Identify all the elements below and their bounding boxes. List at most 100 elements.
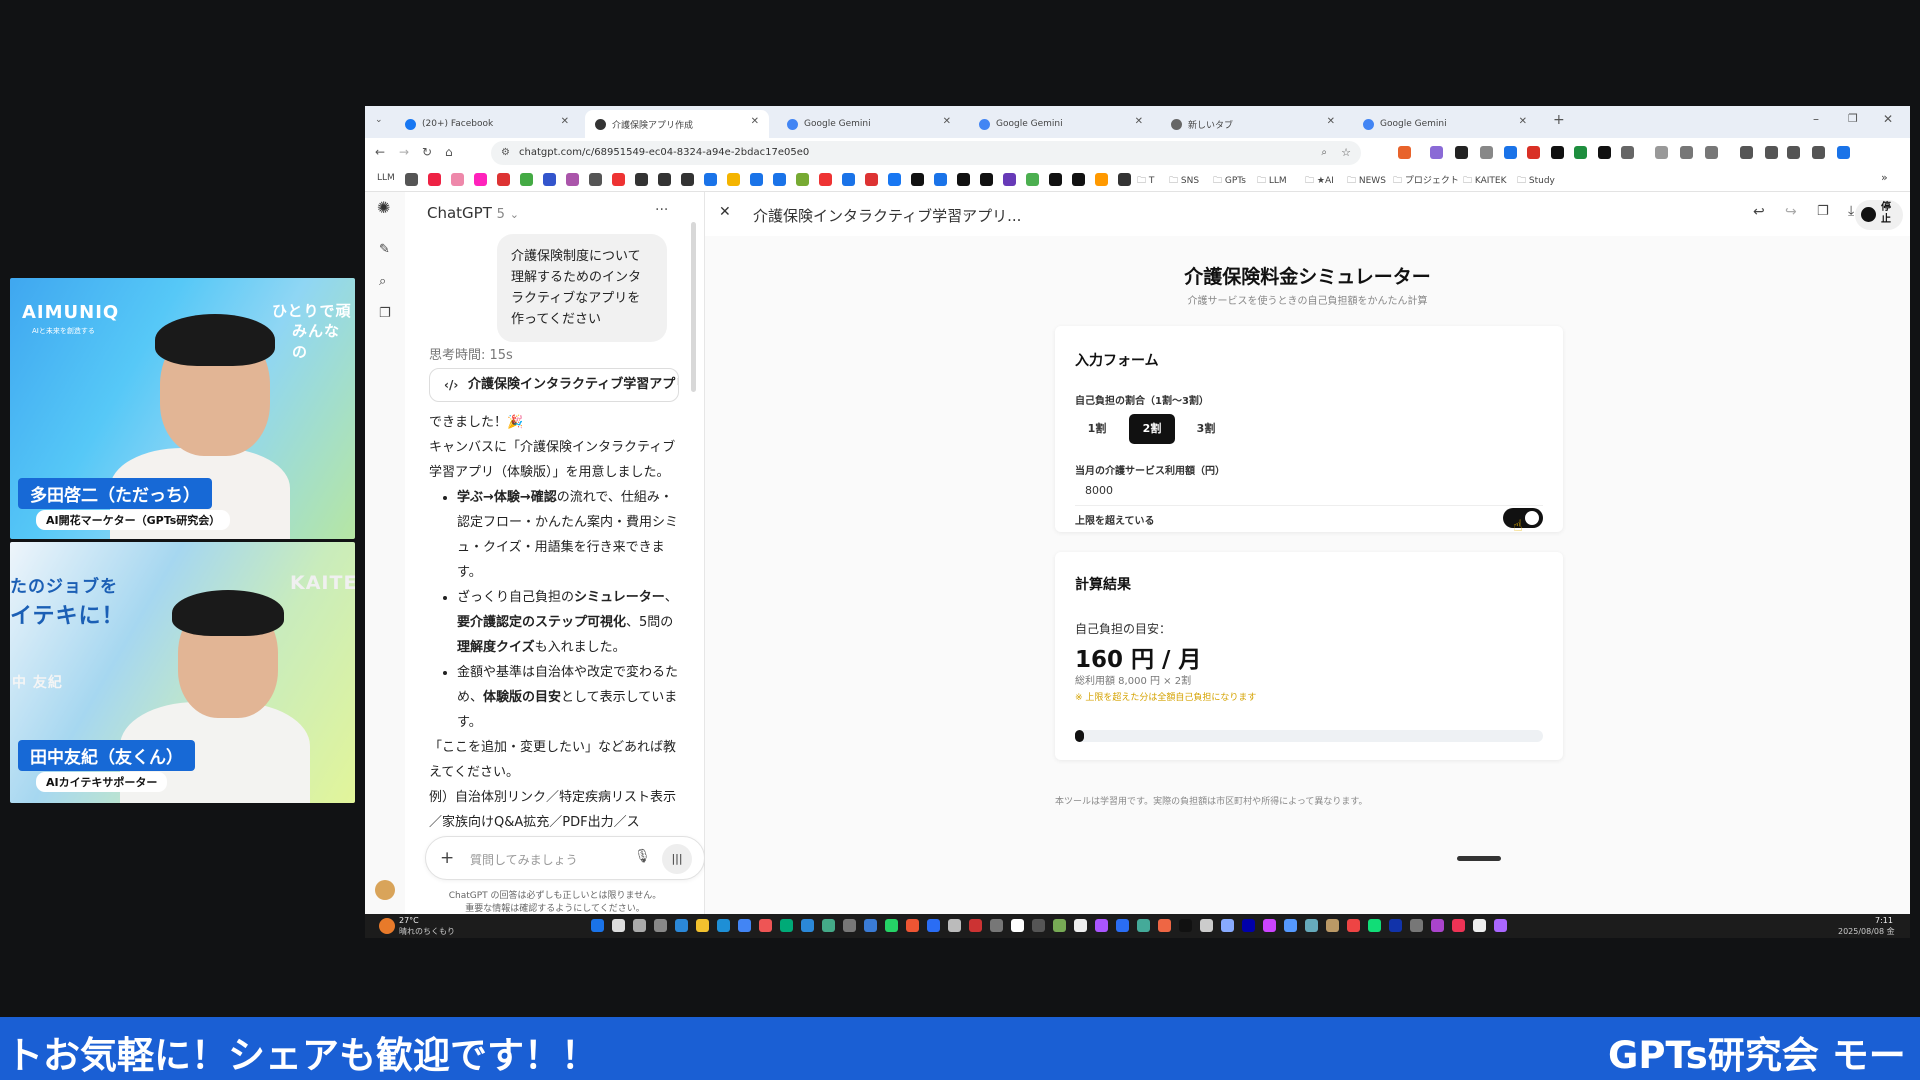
taskbar-app-icon[interactable]: [1116, 919, 1129, 932]
taskbar-app-icon[interactable]: [1158, 919, 1171, 932]
ratio-option-2[interactable]: 2割: [1129, 414, 1175, 444]
bookmark-folder[interactable]: 🗀 LLM: [1257, 173, 1287, 189]
bookmark-folder[interactable]: 🗀 T: [1137, 173, 1154, 189]
taskbar-app-icon[interactable]: [822, 919, 835, 932]
ratio-option-3[interactable]: 3割: [1183, 414, 1229, 444]
taskbar-app-icon[interactable]: [738, 919, 751, 932]
browser-tab[interactable]: Google Gemini ✕: [1353, 110, 1537, 138]
taskbar-app-icon[interactable]: [927, 919, 940, 932]
taskbar-app-icon[interactable]: [717, 919, 730, 932]
stop-button[interactable]: 停止: [1855, 200, 1903, 230]
copy-icon[interactable]: ❐: [1817, 204, 1829, 219]
taskbar-app-icon[interactable]: [1179, 919, 1192, 932]
extension-icon[interactable]: [1787, 146, 1800, 159]
tab-close-icon[interactable]: ✕: [751, 116, 759, 127]
bookmark-icon[interactable]: [658, 173, 671, 186]
bookmark-icon[interactable]: [934, 173, 947, 186]
browser-tab[interactable]: 介護保険アプリ作成 ✕: [585, 110, 769, 138]
bookmark-icon[interactable]: [520, 173, 533, 186]
bookmark-folder[interactable]: 🗀 KAITEK: [1463, 173, 1507, 189]
taskbar-app-icon[interactable]: [843, 919, 856, 932]
chat-input-placeholder[interactable]: 質問してみましょう: [470, 851, 578, 868]
bookmark-icon[interactable]: [612, 173, 625, 186]
thinking-time[interactable]: 思考時間: 15s: [429, 344, 513, 363]
taskbar-app-icon[interactable]: [1053, 919, 1066, 932]
model-selector[interactable]: ChatGPT 5 ⌄: [427, 204, 519, 222]
taskbar-app-icon[interactable]: [1347, 919, 1360, 932]
extension-icon[interactable]: [1598, 146, 1611, 159]
taskbar-app-icon[interactable]: [1473, 919, 1486, 932]
taskbar-app-icon[interactable]: [612, 919, 625, 932]
bookmark-icon[interactable]: [543, 173, 556, 186]
browser-tab[interactable]: (20+) Facebook ✕: [395, 110, 579, 138]
canvas-chip[interactable]: ‹/› 介護保険インタラクティブ学習アプリ（: [429, 368, 679, 402]
taskbar-app-icon[interactable]: [1263, 919, 1276, 932]
weather-desc[interactable]: 晴れのちくもり: [399, 926, 455, 937]
tab-close-icon[interactable]: ✕: [561, 116, 569, 127]
more-options-icon[interactable]: ···: [655, 202, 668, 218]
taskbar-app-icon[interactable]: [696, 919, 709, 932]
browser-tab[interactable]: Google Gemini ✕: [777, 110, 961, 138]
forward-icon[interactable]: →: [399, 145, 409, 159]
taskbar-app-icon[interactable]: [1242, 919, 1255, 932]
bookmark-icon[interactable]: [888, 173, 901, 186]
reload-icon[interactable]: ↻: [422, 145, 432, 159]
home-icon[interactable]: ⌂: [445, 145, 453, 159]
taskbar-app-icon[interactable]: [1326, 919, 1339, 932]
extension-icon[interactable]: [1621, 146, 1634, 159]
close-window-button[interactable]: ✕: [1883, 112, 1893, 126]
bookmark-icon[interactable]: [842, 173, 855, 186]
bookmark-icon[interactable]: [1072, 173, 1085, 186]
bookmark-icon[interactable]: [819, 173, 832, 186]
bookmark-icon[interactable]: [750, 173, 763, 186]
taskbar-app-icon[interactable]: [654, 919, 667, 932]
extension-icon[interactable]: [1504, 146, 1517, 159]
minimize-button[interactable]: –: [1813, 112, 1819, 126]
taskbar-app-icon[interactable]: [591, 919, 604, 932]
clock-date[interactable]: 2025/08/08 金: [1838, 926, 1895, 937]
taskbar-app-icon[interactable]: [1032, 919, 1045, 932]
bookmark-icon[interactable]: [451, 173, 464, 186]
bookmark-folder[interactable]: 🗀 プロジェクト: [1393, 173, 1459, 189]
taskbar-app-icon[interactable]: [1494, 919, 1507, 932]
bookmark-icon[interactable]: [1026, 173, 1039, 186]
bookmark-folder[interactable]: 🗀 SNS: [1169, 173, 1199, 189]
weather-temp[interactable]: 27°C: [399, 916, 419, 925]
extension-icon[interactable]: [1740, 146, 1753, 159]
chat-composer[interactable]: + 質問してみましょう 🎙 |||: [425, 836, 705, 880]
extension-icon[interactable]: [1837, 146, 1850, 159]
taskbar-app-icon[interactable]: [1410, 919, 1423, 932]
bookmark-llm[interactable]: LLM: [377, 173, 395, 183]
bookmark-icon[interactable]: [635, 173, 648, 186]
extension-icon[interactable]: [1551, 146, 1564, 159]
bookmark-icon[interactable]: [497, 173, 510, 186]
extension-icon[interactable]: [1812, 146, 1825, 159]
bookmark-icon[interactable]: [773, 173, 786, 186]
tab-close-icon[interactable]: ✕: [1135, 116, 1143, 127]
bookmark-icon[interactable]: [1003, 173, 1016, 186]
bookmark-folder[interactable]: 🗀 ★AI: [1305, 173, 1334, 189]
taskbar-app-icon[interactable]: [1389, 919, 1402, 932]
taskbar-app-icon[interactable]: [969, 919, 982, 932]
extension-icon[interactable]: [1655, 146, 1668, 159]
microphone-icon[interactable]: 🎙: [634, 849, 651, 864]
title-chevron-icon[interactable]: ⌄: [961, 205, 971, 219]
bookmark-icon[interactable]: [1095, 173, 1108, 186]
taskbar-app-icon[interactable]: [1284, 919, 1297, 932]
bookmark-icon[interactable]: [589, 173, 602, 186]
taskbar-app-icon[interactable]: [780, 919, 793, 932]
bookmarks-overflow-icon[interactable]: »: [1881, 171, 1888, 184]
clock-time[interactable]: 7:11: [1875, 916, 1893, 925]
bookmark-icon[interactable]: [980, 173, 993, 186]
usage-input[interactable]: 8000: [1075, 476, 1543, 506]
voice-mode-icon[interactable]: |||: [662, 844, 692, 874]
extension-icon[interactable]: [1765, 146, 1778, 159]
add-attachment-icon[interactable]: +: [440, 848, 454, 868]
extension-icon[interactable]: [1480, 146, 1493, 159]
bookmark-icon[interactable]: [681, 173, 694, 186]
download-icon[interactable]: ⤓: [1848, 203, 1854, 219]
undo-icon[interactable]: ↩: [1753, 204, 1765, 220]
new-tab-button[interactable]: +: [1553, 112, 1565, 128]
bookmark-icon[interactable]: [1118, 173, 1131, 186]
taskbar-app-icon[interactable]: [1095, 919, 1108, 932]
